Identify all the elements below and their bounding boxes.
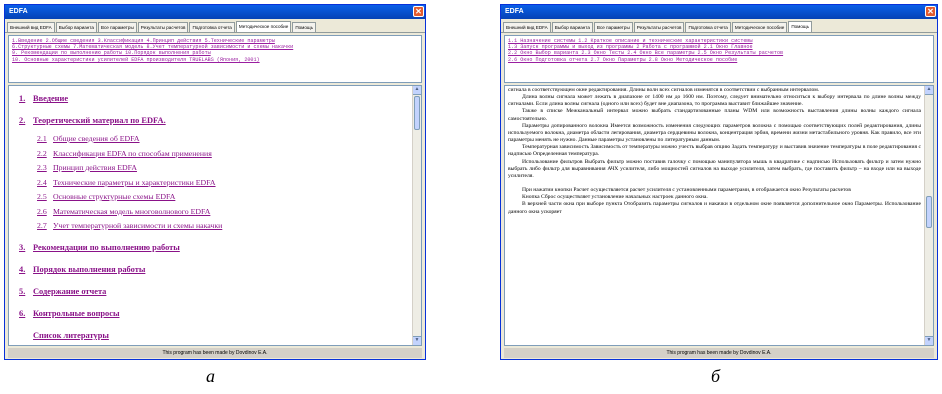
subsection-number: 2.5 <box>37 192 47 201</box>
subsection-link[interactable]: 2.4 Технические параметры и характеристик… <box>37 178 407 187</box>
section-title[interactable]: Теоретический материал по EDFA. <box>33 116 166 125</box>
scroll-down-icon[interactable]: ▼ <box>413 336 421 345</box>
section-link[interactable]: 1. Введение <box>19 94 407 103</box>
close-icon[interactable]: ✕ <box>413 6 424 17</box>
tab[interactable]: Все параметры <box>593 22 633 32</box>
tab[interactable]: Результаты расчетов <box>633 22 685 32</box>
status-bar: This program has been made by Dovdinov E… <box>504 348 934 358</box>
paragraph: Также в списке Межканальный интервал мож… <box>508 108 921 122</box>
document-view: 1. Введение 2. Теоретический материал по ED… <box>8 85 422 346</box>
tab[interactable]: Подготовка отчета <box>685 22 731 32</box>
subsection-number: 2.6 <box>37 206 47 216</box>
section-number: 1. <box>19 94 26 103</box>
figure-label-a: а <box>206 366 215 386</box>
vertical-scrollbar[interactable]: ▲ ▼ <box>412 86 421 345</box>
scroll-down-icon[interactable]: ▼ <box>925 336 933 345</box>
paragraph: Параметры допированного волокна Имеется … <box>508 122 921 144</box>
section-number: 4. <box>19 265 26 274</box>
section-link[interactable]: 2. Теоретический материал по EDFA. <box>19 116 407 125</box>
section-title[interactable]: Контрольные вопросы <box>33 309 120 318</box>
window-title: EDFA <box>9 8 28 15</box>
paragraph: Использование фильтров Выбрать фильтр мо… <box>508 158 921 179</box>
table-of-contents: 1. Введение 2. Теоретический материал по ED… <box>19 94 407 345</box>
paragraph: В верхней части окна при выборе пункта О… <box>508 201 921 215</box>
subsection-link[interactable]: 2.5 Основные структурные схемы EDFA <box>37 192 407 201</box>
subsection-link[interactable]: 2.2 Классификация EDFA по способам примен… <box>37 149 407 158</box>
section-link[interactable]: 3. Рекомендации по выполнению работы <box>19 243 407 252</box>
subsection-title[interactable]: Математическая модель многоволнового EDF… <box>53 207 210 216</box>
figure-label-b: б <box>711 366 721 386</box>
subsection-number: 2.3 <box>37 163 47 172</box>
tab[interactable]: Внешний вид EDFA <box>7 22 55 32</box>
contents-link[interactable]: 10. Основные характеристики усилителей E… <box>12 57 418 63</box>
section-number: 2. <box>19 116 26 125</box>
tab[interactable]: Методическое пособие <box>731 22 788 32</box>
tab[interactable]: Помощь <box>292 22 317 32</box>
tab[interactable]: Помощь <box>788 21 813 32</box>
section-title[interactable]: Содержание отчета <box>33 287 106 296</box>
scroll-up-icon[interactable]: ▲ <box>413 86 421 95</box>
vertical-scrollbar[interactable]: ▲ ▼ <box>924 86 933 345</box>
subsection-link[interactable]: 2.3 Принцип действия EDFA <box>37 163 407 172</box>
section-title[interactable]: Введение <box>33 94 68 103</box>
section-title[interactable]: Порядок выполнения работы <box>33 265 145 274</box>
subsection-link[interactable]: 2.6 Математическая модель многоволнового … <box>37 207 407 216</box>
subsection-title[interactable]: Классификация EDFA по способам применени… <box>53 149 212 158</box>
subsection-link[interactable]: 2.7 Учет температурной зависимости и схем… <box>37 221 407 230</box>
contents-links-panel: 1.1 Назначение системы 1.2 Краткое описа… <box>504 35 934 83</box>
tab[interactable]: Подготовка отчета <box>189 22 235 32</box>
contents-links-panel: 1.Введение 2.Общие сведения 3.Классифика… <box>8 35 422 83</box>
scroll-up-icon[interactable]: ▲ <box>925 86 933 95</box>
document-view: сигнала в соответствующем окне редактиро… <box>504 85 934 346</box>
tab[interactable]: Все параметры <box>97 22 137 32</box>
paragraph: Температурная зависимость Зависимость от… <box>508 144 921 158</box>
section-link[interactable]: 6. Контрольные вопросы <box>19 309 407 318</box>
subsection-number: 2.1 <box>37 134 47 143</box>
section-title[interactable]: Список литературы <box>33 331 109 340</box>
section-title[interactable]: Рекомендации по выполнению работы <box>33 243 180 252</box>
tab[interactable]: Внешний вид EDFA <box>503 22 551 32</box>
tab[interactable]: Выбор варианта <box>551 22 593 32</box>
subsection-title[interactable]: Общие сведения об EDFA <box>53 134 140 143</box>
title-bar: EDFA ✕ <box>501 5 937 19</box>
status-bar: This program has been made by Dovdinov E… <box>8 348 422 358</box>
close-icon[interactable]: ✕ <box>925 6 936 17</box>
edfa-window-a: EDFA ✕ Внешний вид EDFA Выбор варианта Все… <box>4 4 426 360</box>
tab[interactable]: Методическое пособие <box>235 21 292 32</box>
subsection-title[interactable]: Основные структурные схемы EDFA <box>53 192 175 201</box>
tab[interactable]: Результаты расчетов <box>137 22 189 32</box>
tab[interactable]: Выбор варианта <box>55 22 97 32</box>
scroll-thumb[interactable] <box>926 196 932 228</box>
section-link[interactable]: 5. Содержание отчета <box>19 287 407 296</box>
subsection-title[interactable]: Учет температурной зависимости и схемы н… <box>53 221 222 230</box>
subsection-number: 2.2 <box>37 148 47 158</box>
scroll-thumb[interactable] <box>414 96 420 130</box>
section-link[interactable]: 4. Порядок выполнения работы <box>19 265 407 274</box>
section-number: 5. <box>19 287 26 296</box>
subsection-number: 2.7 <box>37 221 47 230</box>
subsection-link[interactable]: 2.1 Общие сведения об EDFA <box>37 134 407 143</box>
section-link[interactable]: Список литературы <box>19 331 407 340</box>
tab-strip: Внешний вид EDFA Выбор варианта Все параме… <box>5 21 425 33</box>
contents-link[interactable]: 2.6 Окно Подготовка отчета 2.7 Окно Пара… <box>508 57 930 63</box>
section-number: 3. <box>19 243 26 252</box>
edfa-window-b: EDFA ✕ Внешний вид EDFA Выбор варианта Все… <box>500 4 938 360</box>
subsection-title[interactable]: Принцип действия EDFA <box>53 163 137 172</box>
tab-strip: Внешний вид EDFA Выбор варианта Все параме… <box>501 21 937 33</box>
subsection-number: 2.4 <box>37 177 47 187</box>
section-number: 6. <box>19 309 26 318</box>
title-bar: EDFA ✕ <box>5 5 425 19</box>
section-number <box>19 331 33 340</box>
window-title: EDFA <box>505 8 524 15</box>
paragraph: Длина волны сигнала может лежать в диапа… <box>508 94 921 108</box>
subsection-title[interactable]: Технические параметры и характеристики E… <box>53 178 216 187</box>
help-text: сигнала в соответствующем окне редактиро… <box>508 87 921 216</box>
